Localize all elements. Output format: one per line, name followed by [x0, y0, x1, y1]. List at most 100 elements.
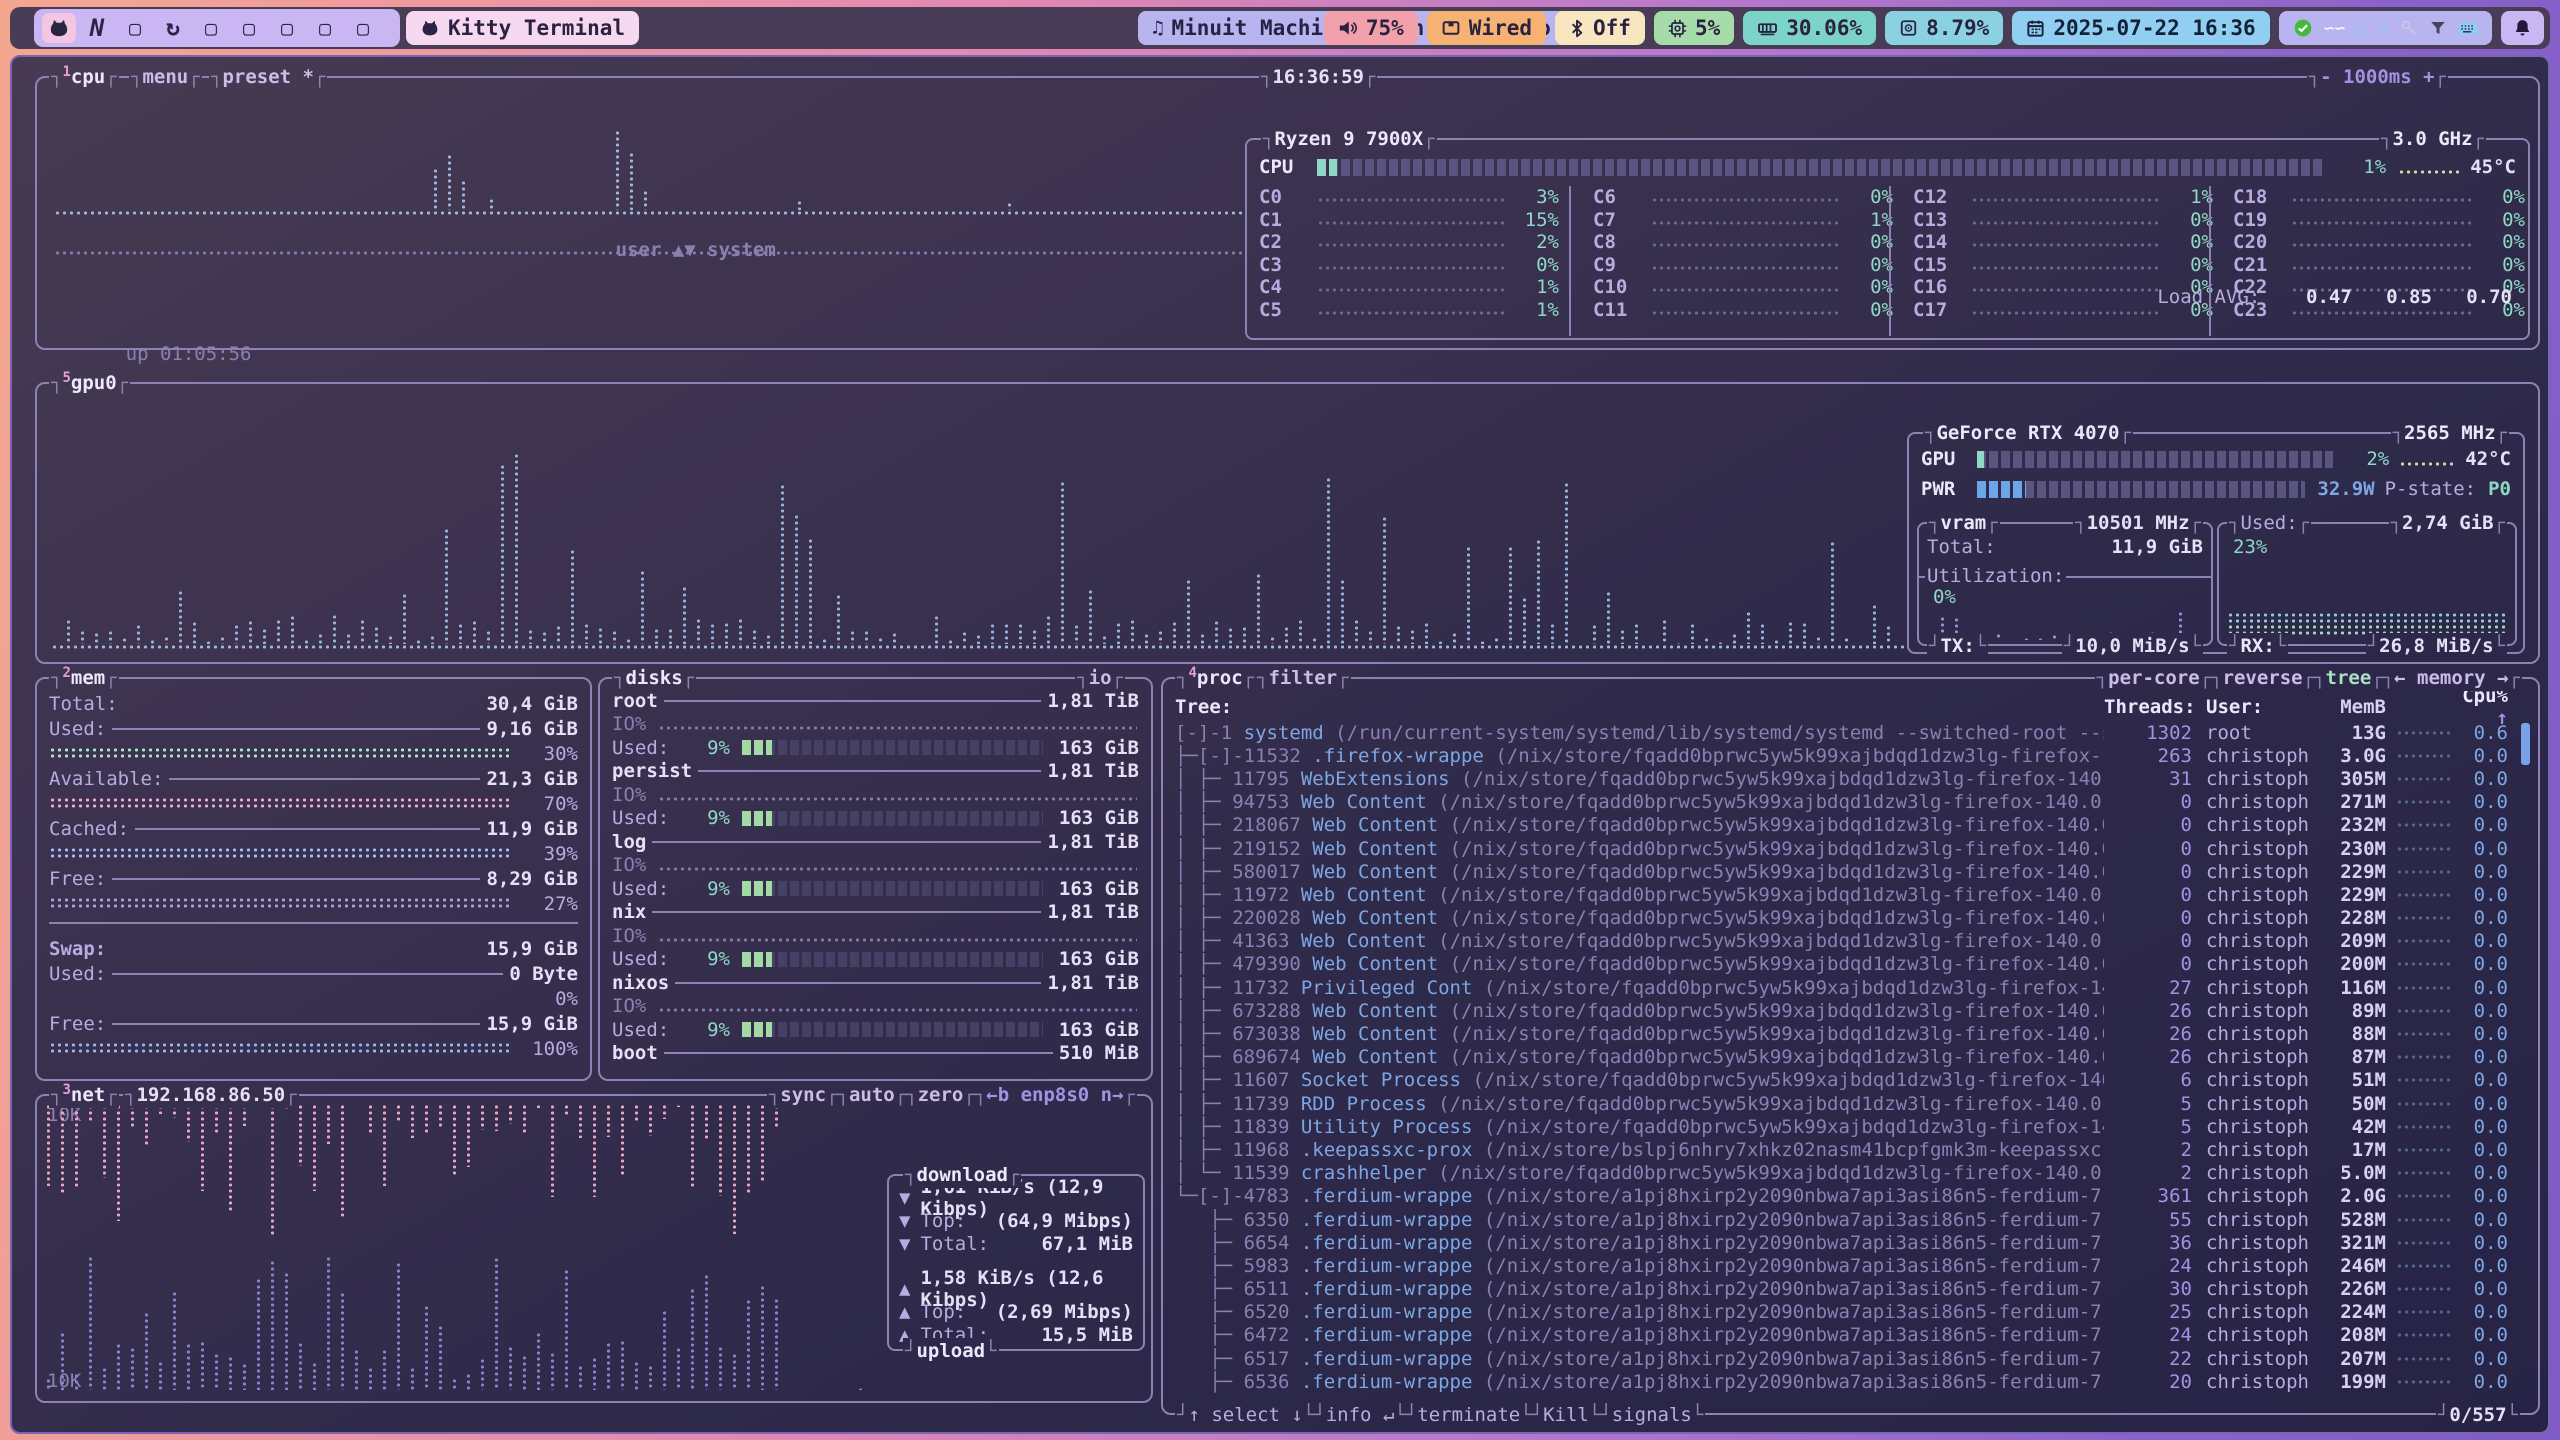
- core-usage-graph: [1651, 265, 1839, 271]
- preset-button[interactable]: ┐preset *┌: [209, 64, 327, 90]
- graph-column: [73, 1104, 80, 1187]
- terminate-key[interactable]: terminate: [1417, 1404, 1520, 1426]
- proc-scrollbar-thumb[interactable]: [2521, 723, 2530, 765]
- phone-tray-icon[interactable]: ▯: [2378, 18, 2389, 39]
- process-cpu-graph: [2396, 1077, 2454, 1083]
- process-row[interactable]: ├─ 6536 .ferdium-wrappe (/nix/store/a1pj…: [1175, 1370, 2508, 1393]
- disk-name: boot: [612, 1042, 658, 1064]
- workspace-browser[interactable]: ↻: [156, 13, 190, 43]
- workspace-7[interactable]: ▢: [270, 13, 304, 43]
- io-mode-button[interactable]: ┐io┌: [1075, 665, 1125, 691]
- memory-sort-option[interactable]: ← memory →: [2394, 667, 2508, 689]
- process-row[interactable]: ├─ 6520 .ferdium-wrappe (/nix/store/a1pj…: [1175, 1301, 2508, 1324]
- tree-option[interactable]: tree: [2326, 667, 2372, 689]
- cpu-box-title[interactable]: ┐1cpu┌: [49, 64, 119, 90]
- filter-button[interactable]: ┐filter┌: [1255, 665, 1351, 691]
- process-row[interactable]: │ ├─ 11968 .keepassxc-prox (/nix/store/b…: [1175, 1138, 2508, 1161]
- workspace-kitty[interactable]: [42, 13, 76, 43]
- workspace-8[interactable]: ▢: [308, 13, 342, 43]
- process-row[interactable]: ├─ 5983 .ferdium-wrappe (/nix/store/a1pj…: [1175, 1254, 2508, 1277]
- process-row[interactable]: │ ├─ 41363 Web Content (/nix/store/fqadd…: [1175, 930, 2508, 953]
- info-key[interactable]: info ↵: [1326, 1404, 1395, 1426]
- mem-column-header[interactable]: MemB: [2320, 696, 2386, 718]
- reverse-option[interactable]: reverse: [2223, 667, 2303, 689]
- window-tray-icon[interactable]: ▢: [2356, 18, 2367, 39]
- net-box-title[interactable]: ┐3net┌: [49, 1082, 119, 1108]
- zero-option[interactable]: zero: [918, 1084, 964, 1106]
- process-row[interactable]: ├─ 6511 .ferdium-wrappe (/nix/store/a1pj…: [1175, 1278, 2508, 1301]
- process-row[interactable]: │ ├─ 11739 RDD Process (/nix/store/fqadd…: [1175, 1092, 2508, 1115]
- tree-column-header[interactable]: Tree:: [1175, 696, 2104, 718]
- bluetooth-module[interactable]: Off: [1555, 11, 1645, 45]
- process-row[interactable]: │ ├─ 673288 Web Content (/nix/store/fqad…: [1175, 999, 2508, 1022]
- auto-option[interactable]: auto: [849, 1084, 895, 1106]
- process-row[interactable]: │ └─ 11539 crashhelper (/nix/store/fqadd…: [1175, 1162, 2508, 1185]
- user-column-header[interactable]: User:: [2192, 696, 2320, 718]
- funnel-tray-icon[interactable]: [2429, 19, 2447, 37]
- process-row[interactable]: │ ├─ 580017 Web Content (/nix/store/fqad…: [1175, 860, 2508, 883]
- process-row[interactable]: │ ├─ 11795 WebExtensions (/nix/store/fqa…: [1175, 767, 2508, 790]
- process-cpu-graph: [2396, 1217, 2454, 1223]
- disk-module[interactable]: 8.79%: [1885, 11, 2003, 45]
- ethernet-icon: [1441, 19, 1461, 37]
- gpu-box-title[interactable]: ┐5gpu0┌: [49, 370, 130, 396]
- graph-column: [647, 1104, 654, 1136]
- process-row[interactable]: │ ├─ 218067 Web Content (/nix/store/fqad…: [1175, 814, 2508, 837]
- checkmark-tray-icon[interactable]: [2293, 18, 2313, 38]
- graph-column: [367, 1104, 374, 1134]
- process-row[interactable]: │ ├─ 673038 Web Content (/nix/store/fqad…: [1175, 1022, 2508, 1045]
- update-interval-control[interactable]: ┐- 1000ms +┌: [2307, 64, 2448, 90]
- network-module[interactable]: Wired: [1427, 11, 1546, 45]
- kill-key[interactable]: Kill: [1543, 1404, 1589, 1426]
- key-tray-icon[interactable]: [2400, 19, 2418, 37]
- process-row[interactable]: ├─ 6472 .ferdium-wrappe (/nix/store/a1pj…: [1175, 1324, 2508, 1347]
- process-row[interactable]: ├─[-]-11532 .firefox-wrappe (/nix/store/…: [1175, 744, 2508, 767]
- mem-box-title[interactable]: ┐2mem┌: [49, 665, 119, 691]
- memory-module[interactable]: 30.06%: [1743, 11, 1876, 45]
- process-row[interactable]: │ ├─ 11972 Web Content (/nix/store/fqadd…: [1175, 883, 2508, 906]
- sync-option[interactable]: sync: [780, 1084, 826, 1106]
- mustache-tray-icon[interactable]: ∽∽: [2324, 18, 2346, 39]
- process-row[interactable]: │ ├─ 11607 Socket Process (/nix/store/fq…: [1175, 1069, 2508, 1092]
- select-keys[interactable]: ↑ select ↓: [1188, 1404, 1302, 1426]
- process-row[interactable]: │ ├─ 219152 Web Content (/nix/store/fqad…: [1175, 837, 2508, 860]
- signals-key[interactable]: signals: [1612, 1404, 1692, 1426]
- graph-column: [409, 1367, 416, 1390]
- cpu-module[interactable]: 5%: [1654, 11, 1734, 45]
- per-core-option[interactable]: per-core: [2108, 667, 2200, 689]
- process-row[interactable]: │ ├─ 689674 Web Content (/nix/store/fqad…: [1175, 1046, 2508, 1069]
- process-row[interactable]: │ ├─ 94753 Web Content (/nix/store/fqadd…: [1175, 791, 2508, 814]
- workspace-nix[interactable]: N: [80, 13, 114, 43]
- process-mem: 17M: [2320, 1139, 2386, 1161]
- volume-module[interactable]: 75%: [1324, 11, 1418, 45]
- mem-stat-pct: 100%: [522, 1038, 578, 1060]
- process-row[interactable]: [-]-1 systemd (/run/current-system/syste…: [1175, 721, 2508, 744]
- workspace-5[interactable]: ▢: [194, 13, 228, 43]
- workspace-9[interactable]: ▢: [346, 13, 380, 43]
- interface-switcher[interactable]: ←b enp8s0 n→: [986, 1084, 1123, 1106]
- mem-stat-meter: [49, 847, 512, 860]
- process-row[interactable]: │ ├─ 220028 Web Content (/nix/store/fqad…: [1175, 907, 2508, 930]
- gpu-usage-graph: [51, 396, 1911, 644]
- workspace-3[interactable]: ▢: [118, 13, 152, 43]
- workspace-6[interactable]: ▢: [232, 13, 266, 43]
- proc-box-title[interactable]: ┐4proc┌: [1175, 665, 1256, 691]
- process-row[interactable]: ├─ 6517 .ferdium-wrappe (/nix/store/a1pj…: [1175, 1347, 2508, 1370]
- mem-stat-meter: [49, 797, 512, 810]
- bluetooth-off-icon: [1569, 19, 1585, 38]
- process-row[interactable]: │ ├─ 11839 Utility Process (/nix/store/f…: [1175, 1115, 2508, 1138]
- disks-box-title[interactable]: ┐disks┌: [612, 665, 696, 691]
- process-row[interactable]: │ ├─ 479390 Web Content (/nix/store/fqad…: [1175, 953, 2508, 976]
- net-options[interactable]: ┐sync┌┐auto┌┐zero┌┐←b enp8s0 n→┌: [767, 1082, 1137, 1108]
- process-row[interactable]: │ ├─ 11732 Privileged Cont (/nix/store/f…: [1175, 976, 2508, 999]
- process-row[interactable]: ├─ 6654 .ferdium-wrappe (/nix/store/a1pj…: [1175, 1231, 2508, 1254]
- process-row[interactable]: └─[-]-4783 .ferdium-wrappe (/nix/store/a…: [1175, 1185, 2508, 1208]
- mem-stat-value: 11,9 GiB: [486, 818, 578, 840]
- notifications-module[interactable]: [2501, 11, 2544, 45]
- graph-column: [1409, 629, 1416, 644]
- threads-column-header[interactable]: Threads:: [2104, 696, 2192, 718]
- clock-module[interactable]: 2025-07-22 16:36: [2012, 11, 2269, 45]
- process-row[interactable]: ├─ 6350 .ferdium-wrappe (/nix/store/a1pj…: [1175, 1208, 2508, 1231]
- menu-button[interactable]: ┐menu┌: [129, 64, 202, 90]
- keyboard-tray-icon[interactable]: [2458, 21, 2478, 36]
